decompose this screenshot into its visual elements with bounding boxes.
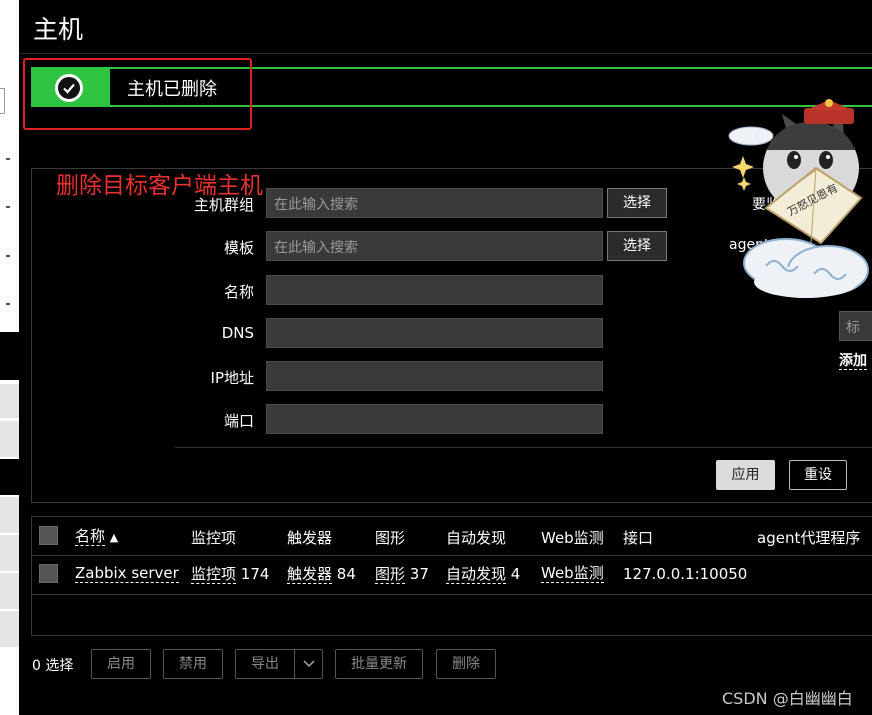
triggers-link[interactable]: 触发器 [287, 565, 333, 584]
graphs-cell: 图形 37 [375, 565, 429, 584]
interface-cell: 127.0.0.1:10050 [623, 565, 748, 583]
graphs-count: 37 [409, 565, 429, 583]
sidebar-marker [6, 255, 10, 257]
sort-asc-icon: ▲ [109, 531, 119, 544]
dns-input[interactable] [266, 318, 603, 348]
select-all-checkbox[interactable] [39, 526, 58, 545]
sidebar-collapse-handle[interactable] [0, 88, 5, 114]
export-button[interactable]: 导出 [235, 649, 295, 679]
port-input[interactable] [266, 404, 603, 434]
triggers-cell: 触发器 84 [287, 565, 356, 584]
export-dropdown-toggle[interactable] [294, 649, 323, 679]
selected-count: 0 选择 [32, 658, 74, 674]
sidebar-item[interactable] [0, 384, 19, 418]
port-label: 端口 [223, 412, 254, 430]
sidebar-marker [6, 303, 10, 305]
column-triggers-header: 触发器 [287, 529, 333, 547]
sidebar-item[interactable] [0, 459, 19, 495]
host-group-label: 主机群组 [193, 196, 254, 214]
name-input[interactable] [266, 275, 603, 305]
column-items-header: 监控项 [191, 529, 237, 547]
lucky-cat-sticker-icon: 万怒见恩有 [728, 99, 869, 298]
column-name-label[interactable]: 名称 [75, 527, 106, 546]
web-link[interactable]: Web监测 [541, 565, 604, 583]
sidebar-active-item[interactable] [0, 332, 19, 380]
sidebar-marker [6, 158, 10, 160]
left-sidebar [0, 0, 19, 715]
column-discovery-header: 自动发现 [446, 529, 507, 547]
discovery-link[interactable]: 自动发现 [446, 565, 507, 584]
template-label: 模板 [223, 239, 254, 257]
dns-label: DNS [221, 324, 254, 342]
column-proxy-header: agent代理程序 [757, 529, 861, 547]
table-row-divider [31, 594, 872, 595]
ip-label: IP地址 [210, 369, 254, 387]
host-group-input[interactable]: 在此输入搜索 [266, 188, 603, 218]
sidebar-item[interactable] [0, 573, 19, 609]
discovery-cell: 自动发现 4 [446, 565, 521, 584]
host-name-link[interactable]: Zabbix server [75, 565, 179, 583]
highlight-box [23, 58, 252, 130]
template-input[interactable]: 在此输入搜索 [266, 231, 603, 261]
sidebar-item[interactable] [0, 497, 19, 533]
table-header-divider [31, 555, 872, 556]
apply-button[interactable]: 应用 [716, 460, 775, 490]
disable-button[interactable]: 禁用 [163, 649, 223, 679]
host-group-select-button[interactable]: 选择 [607, 188, 667, 218]
sidebar-item[interactable] [0, 611, 19, 647]
chevron-down-icon [303, 660, 315, 668]
template-select-button[interactable]: 选择 [607, 231, 667, 261]
delete-button[interactable]: 删除 [436, 649, 496, 679]
page-title: 主机 [33, 15, 84, 44]
column-name-header[interactable]: 名称 ▲ [75, 527, 119, 546]
sidebar-item[interactable] [0, 535, 19, 571]
column-interface-header: 接口 [623, 529, 654, 547]
reset-button[interactable]: 重设 [789, 460, 847, 490]
ip-input[interactable] [266, 361, 603, 391]
items-link[interactable]: 监控项 [191, 565, 237, 584]
discovery-count: 4 [510, 565, 521, 583]
name-label: 名称 [223, 283, 254, 301]
column-web-header: Web监测 [541, 529, 604, 547]
sidebar-item[interactable] [0, 421, 19, 457]
column-graphs-header: 图形 [375, 529, 406, 547]
header-divider [19, 53, 872, 54]
filter-divider [175, 447, 872, 448]
enable-button[interactable]: 启用 [91, 649, 151, 679]
sidebar-marker [6, 206, 10, 208]
mass-update-button[interactable]: 批量更新 [335, 649, 423, 679]
items-cell: 监控项 174 [191, 565, 270, 584]
row-checkbox[interactable] [39, 564, 58, 583]
watermark: CSDN @白幽幽白 [722, 689, 853, 708]
graphs-link[interactable]: 图形 [375, 565, 406, 584]
items-count: 174 [240, 565, 270, 583]
add-tag-link[interactable]: 添加 [839, 353, 867, 370]
tag-input[interactable]: 标记 [839, 311, 872, 341]
triggers-count: 84 [336, 565, 356, 583]
